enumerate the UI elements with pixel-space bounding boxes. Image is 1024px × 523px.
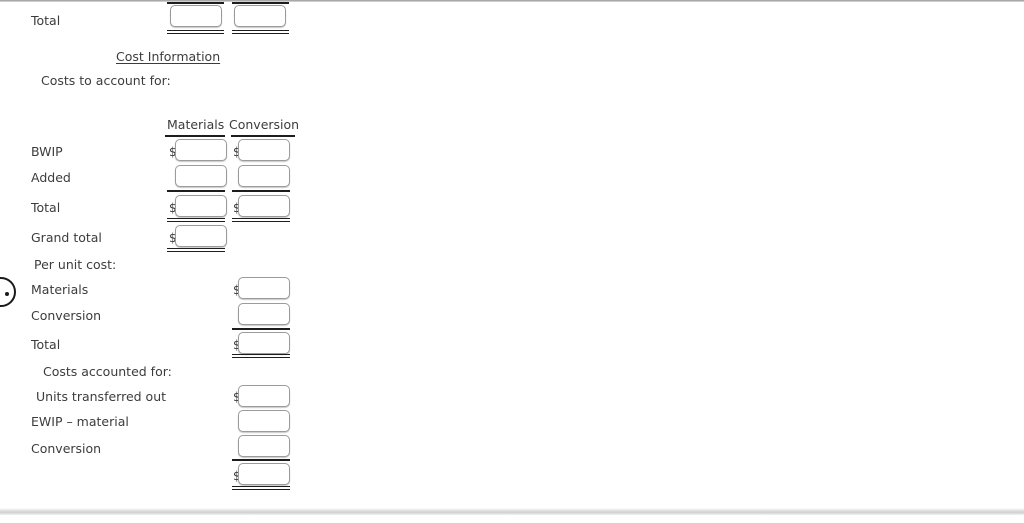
row-label-total-costs-to-account: Total [31, 200, 61, 215]
grand-total-input[interactable] [175, 225, 227, 247]
per-unit-conversion-input[interactable] [238, 303, 290, 325]
added-materials-input[interactable] [175, 165, 227, 187]
accounted-conversion-input[interactable] [238, 435, 290, 457]
per-unit-materials-input[interactable] [238, 277, 290, 299]
row-label-grand-total: Grand total [31, 230, 102, 245]
costs-accounted-for-label: Costs accounted for: [43, 364, 172, 379]
column-header-materials-rule [165, 135, 225, 137]
column-header-materials: Materials [167, 117, 225, 132]
top-total-conversion-input[interactable] [234, 5, 286, 27]
ewip-material-input[interactable] [238, 410, 290, 432]
added-conversion-input[interactable] [238, 165, 290, 187]
accounted-row-label-ewip-material: EWIP – material [31, 414, 129, 429]
top-total-conversion-rule-below [232, 30, 289, 34]
cost-information-heading: Cost Information [116, 49, 221, 64]
units-transferred-out-input[interactable] [238, 385, 290, 407]
row-label-added: Added [31, 170, 71, 185]
accounted-row-label-conversion: Conversion [31, 441, 102, 456]
top-total-materials-input[interactable] [170, 5, 222, 27]
bwip-materials-input[interactable] [175, 139, 227, 161]
total-conversion-rule-below [232, 218, 290, 222]
bwip-conversion-input[interactable] [238, 139, 290, 161]
accounted-total-input[interactable] [238, 463, 290, 485]
column-header-conversion-rule [231, 135, 295, 137]
total-materials-input[interactable] [175, 195, 227, 217]
per-unit-row-label-conversion: Conversion [31, 308, 102, 323]
accounted-conversion-rule-below [232, 459, 290, 461]
cursor-pointer-dot [5, 292, 9, 296]
per-unit-cost-label: Per unit cost: [34, 257, 117, 272]
row-label-bwip: BWIP [31, 144, 63, 159]
window-top-divider [0, 0, 1024, 2]
per-unit-total-input[interactable] [238, 332, 290, 354]
window-bottom-divider [0, 508, 1024, 515]
grand-total-rule-below [167, 248, 225, 252]
accounted-row-label-units-transferred-out: Units transferred out [36, 389, 167, 404]
accounted-total-rule-below [232, 486, 290, 490]
top-total-materials-rule-below [167, 30, 224, 34]
costs-to-account-for-label: Costs to account for: [41, 73, 171, 88]
added-conversion-rule-below [232, 190, 290, 192]
per-unit-row-label-materials: Materials [31, 282, 89, 297]
total-materials-rule-below [167, 218, 225, 222]
top-total-label: Total [31, 13, 61, 28]
top-total-conversion-rule-above [232, 2, 289, 4]
added-materials-rule-below [167, 190, 225, 192]
column-header-conversion: Conversion [229, 117, 300, 132]
total-conversion-input[interactable] [238, 195, 290, 217]
per-unit-total-rule-below [232, 354, 290, 358]
per-unit-conversion-rule-below [232, 328, 290, 330]
top-total-materials-rule-above [167, 2, 224, 4]
per-unit-row-label-total: Total [31, 337, 61, 352]
